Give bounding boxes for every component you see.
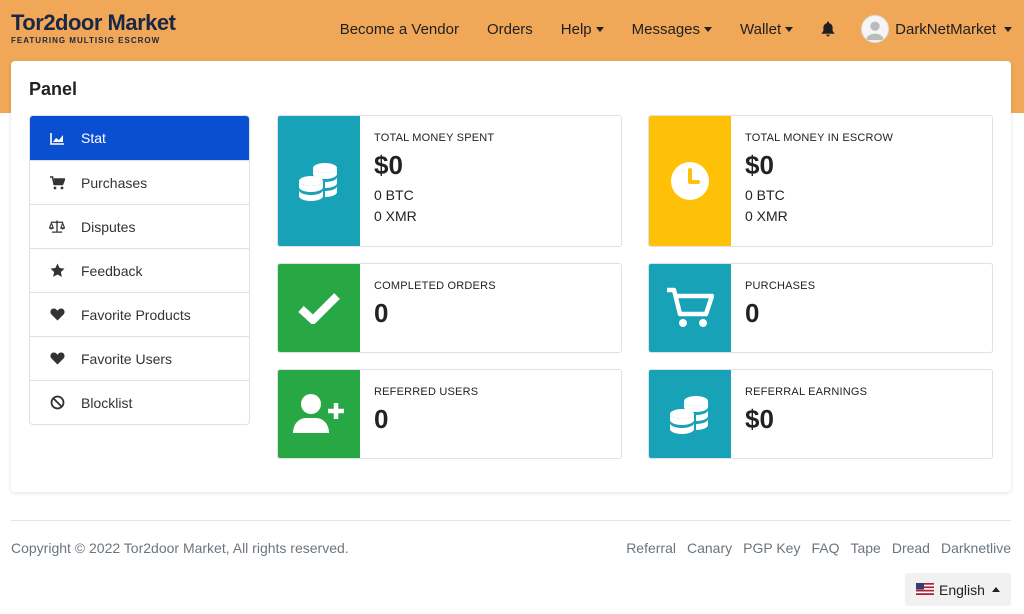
check-icon	[278, 264, 360, 352]
sidebar-item-favorite-products[interactable]: Favorite Products	[30, 292, 249, 336]
user-plus-icon	[278, 370, 360, 458]
chevron-down-icon	[595, 26, 604, 32]
sidebar: Stat Purchases Disputes Feedback Favorit…	[29, 115, 250, 425]
brand-logo[interactable]: Tor 2door Market FEATURING MULTISIG ESCR…	[11, 9, 196, 49]
footer-link-pgp-key[interactable]: PGP Key	[743, 540, 800, 556]
us-flag-icon	[916, 582, 934, 598]
chevron-up-icon	[991, 587, 1000, 592]
chevron-down-icon	[704, 26, 713, 32]
user-menu-dropdown[interactable]: DarkNetMarket	[861, 15, 1012, 43]
language-label: English	[939, 581, 985, 598]
heart-icon	[49, 351, 65, 367]
stat-label: PURCHASES	[745, 280, 816, 292]
brand-name-part1: Tor	[11, 10, 44, 35]
sidebar-item-stat[interactable]: Stat	[30, 116, 249, 160]
stat-value: 0	[374, 404, 389, 434]
footer-link-darknetlive[interactable]: Darknetlive	[941, 540, 1011, 556]
nav-become-vendor[interactable]: Become a Vendor	[340, 21, 459, 38]
brand-tagline: FEATURING MULTISIG ESCROW	[11, 36, 161, 45]
stat-value: 0	[374, 298, 389, 328]
footer-link-canary[interactable]: Canary	[687, 540, 732, 556]
stat-referred-users: REFERRED USERS 0	[277, 369, 622, 459]
footer-link-dread[interactable]: Dread	[892, 540, 930, 556]
top-nav: Become a Vendor Orders Help Messages Wal…	[340, 0, 1024, 58]
footer-link-referral[interactable]: Referral	[626, 540, 676, 556]
coins-icon	[278, 116, 360, 246]
stat-label: TOTAL MONEY IN ESCROW	[745, 132, 894, 144]
cart-icon	[49, 175, 65, 191]
stat-btc: 0 BTC	[374, 187, 414, 203]
sidebar-item-label: Purchases	[81, 174, 148, 191]
nav-help-dropdown[interactable]: Help	[561, 21, 604, 38]
username: DarkNetMarket	[895, 20, 996, 38]
nav-orders[interactable]: Orders	[487, 21, 533, 38]
star-icon	[49, 263, 65, 279]
sidebar-item-label: Favorite Products	[81, 306, 191, 323]
notifications-bell-icon[interactable]	[821, 21, 835, 37]
stat-label: COMPLETED ORDERS	[374, 280, 496, 292]
balance-scale-icon	[49, 219, 65, 235]
footer-divider	[11, 520, 1011, 521]
stat-value: 0	[745, 298, 760, 328]
page-title: Panel	[29, 79, 78, 99]
sidebar-item-label: Disputes	[81, 218, 136, 235]
nav-wallet-dropdown[interactable]: Wallet	[740, 21, 794, 38]
nav-messages-dropdown[interactable]: Messages	[632, 21, 713, 38]
stat-label: REFERRED USERS	[374, 386, 479, 398]
sidebar-item-feedback[interactable]: Feedback	[30, 248, 249, 292]
sidebar-item-purchases[interactable]: Purchases	[30, 160, 249, 204]
stat-value: $0	[374, 150, 403, 180]
coins-icon	[649, 370, 731, 458]
brand-name-part2: 2door Market	[43, 10, 176, 35]
chevron-down-icon	[785, 26, 794, 32]
stat-xmr: 0 XMR	[745, 208, 788, 224]
stat-referral-earnings: REFERRAL EARNINGS $0	[648, 369, 993, 459]
copyright-text: Copyright © 2022 Tor2door Market, All ri…	[11, 540, 349, 556]
language-selector[interactable]: English	[905, 573, 1011, 606]
clock-icon	[649, 116, 731, 246]
heart-icon	[49, 307, 65, 323]
stat-completed-orders: COMPLETED ORDERS 0	[277, 263, 622, 353]
stat-label: REFERRAL EARNINGS	[745, 386, 868, 398]
sidebar-item-label: Blocklist	[81, 394, 133, 411]
stat-purchases: PURCHASES 0	[648, 263, 993, 353]
footer-link-tape[interactable]: Tape	[850, 540, 880, 556]
sidebar-item-blocklist[interactable]: Blocklist	[30, 380, 249, 424]
chart-area-icon	[49, 130, 65, 146]
footer-link-faq[interactable]: FAQ	[811, 540, 839, 556]
chevron-down-icon	[1004, 26, 1012, 32]
sidebar-item-label: Favorite Users	[81, 350, 173, 367]
sidebar-item-label: Feedback	[81, 262, 143, 279]
stat-label: TOTAL MONEY SPENT	[374, 132, 495, 144]
stat-total-money-in-escrow: TOTAL MONEY IN ESCROW $0 0 BTC 0 XMR	[648, 115, 993, 247]
sidebar-item-label: Stat	[81, 130, 106, 146]
stat-btc: 0 BTC	[745, 187, 785, 203]
footer-links: Referral Canary PGP Key FAQ Tape Dread D…	[615, 540, 1011, 556]
stat-value: $0	[745, 150, 774, 180]
ban-icon	[49, 395, 65, 411]
sidebar-item-favorite-users[interactable]: Favorite Users	[30, 336, 249, 380]
sidebar-item-disputes[interactable]: Disputes	[30, 204, 249, 248]
avatar	[861, 15, 890, 43]
stat-total-money-spent: TOTAL MONEY SPENT $0 0 BTC 0 XMR	[277, 115, 622, 247]
panel-card: Panel Stat Purchases Disputes Feedback F…	[11, 61, 1011, 492]
cart-icon	[649, 264, 731, 352]
stat-xmr: 0 XMR	[374, 208, 417, 224]
stat-value: $0	[745, 404, 774, 434]
